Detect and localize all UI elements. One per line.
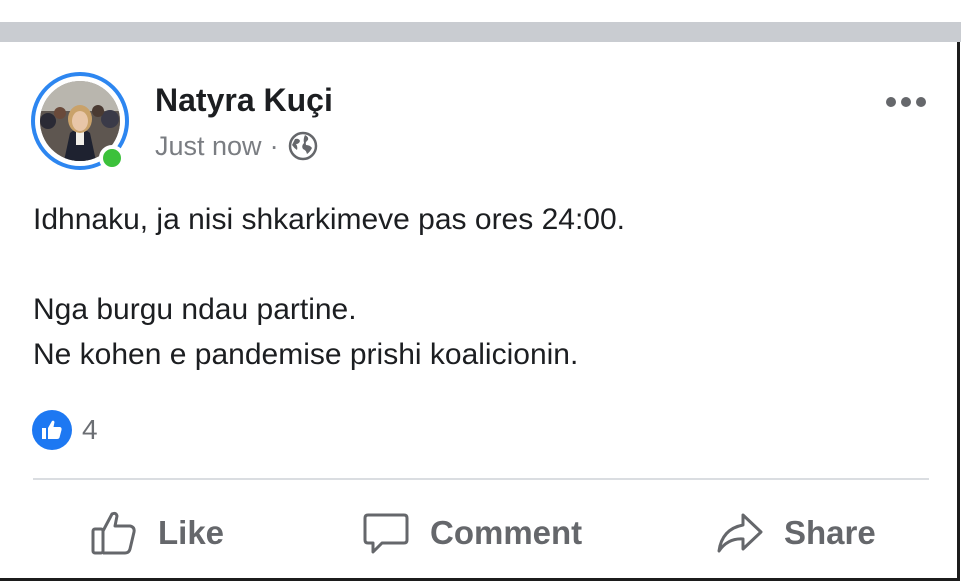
comment-label: Comment [430,514,583,551]
post-text-line: Idhnaku, ja nisi shkarkimeve pas ores 24… [33,203,625,236]
author-name[interactable]: Natyra Kuçi [155,82,333,119]
action-bar: Like Comment Share [0,502,957,564]
more-dot-icon [901,97,911,107]
actions-divider [33,478,929,480]
like-button[interactable]: Like [90,502,224,564]
online-status-dot [99,145,125,171]
post-card: Natyra Kuçi Just now · Idhnaku, ja nisi … [0,42,960,581]
share-button[interactable]: Share [716,502,876,564]
like-reaction-icon [32,410,72,450]
timestamp[interactable]: Just now [155,131,262,162]
share-label: Share [784,514,876,551]
post-body: Idhnaku, ja nisi shkarkimeve pas ores 24… [33,197,913,377]
globe-icon[interactable] [287,130,319,162]
post-text-line: Nga burgu ndau partine. [33,293,357,326]
more-dot-icon [916,97,926,107]
like-label: Like [158,514,225,551]
post-text-line: Ne kohen e pandemise prishi koalicionin. [33,338,579,371]
thumbs-up-icon [91,511,136,555]
more-dot-icon [886,97,896,107]
meta-separator: · [269,130,279,161]
share-arrow-icon [717,513,763,553]
reactions-summary[interactable]: 4 [32,410,98,450]
more-options-button[interactable] [886,92,934,112]
comment-icon [363,513,409,554]
feed-separator [0,22,961,42]
reaction-count[interactable]: 4 [82,414,98,446]
comment-button[interactable]: Comment [362,502,582,564]
top-background [0,0,961,22]
post-meta: Just now · [155,130,319,162]
